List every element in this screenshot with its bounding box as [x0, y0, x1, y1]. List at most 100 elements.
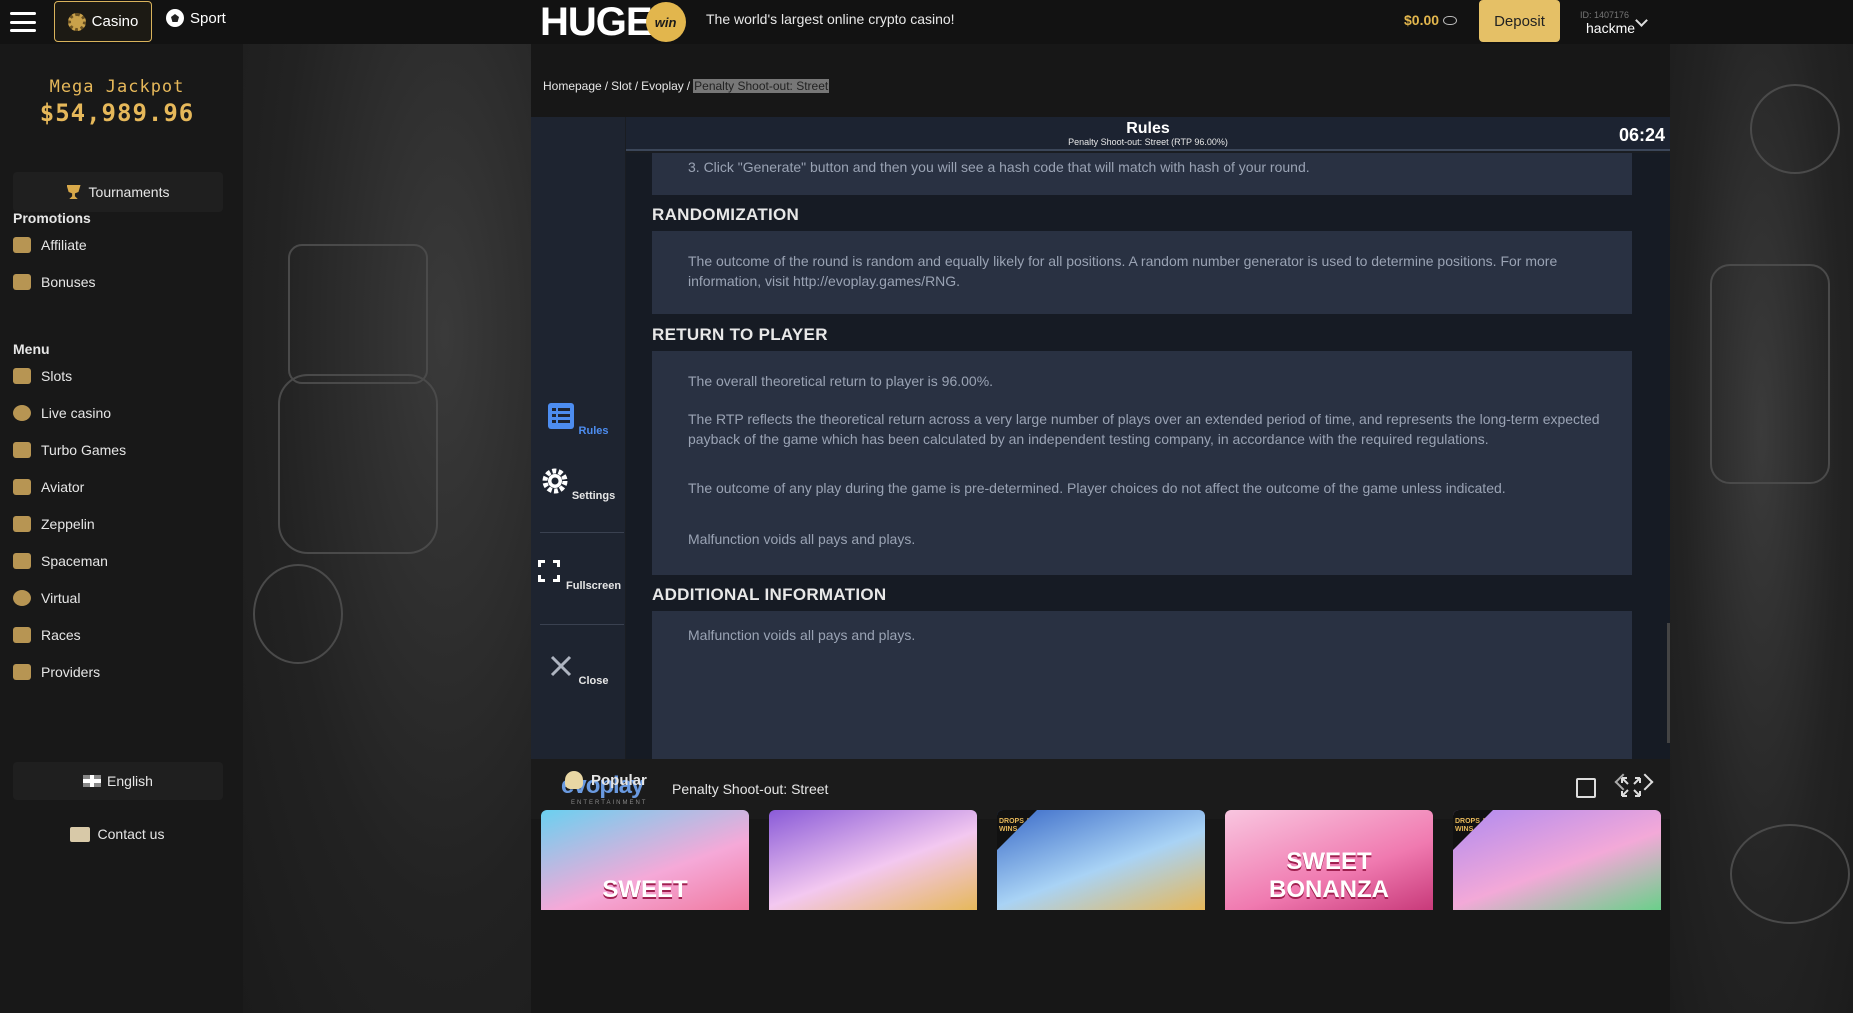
- rules-panel: Malfunction voids all pays and plays.: [652, 611, 1632, 759]
- drops-wins-badge: DROPS & WINS: [997, 810, 1037, 850]
- sidebar-item-label: Bonuses: [41, 274, 96, 290]
- rules-header: Rules Penalty Shoot-out: Street (RTP 96.…: [626, 117, 1670, 151]
- additional-paragraph: Malfunction voids all pays and plays.: [688, 627, 916, 643]
- tournaments-button[interactable]: Tournaments: [13, 172, 223, 212]
- jackpot-title: Mega Jackpot: [49, 77, 185, 97]
- sidebar: Mega Jackpot $54,989.96 Tournaments Prom…: [0, 44, 243, 1013]
- list-icon: [548, 403, 575, 429]
- sidebar-item-label: Spaceman: [41, 553, 108, 569]
- zeppelin-icon: [13, 516, 31, 532]
- sport-tab-button[interactable]: Sport: [166, 9, 226, 27]
- sidebar-item-bonuses[interactable]: Bonuses: [13, 274, 95, 290]
- rules-panel: The overall theoretical return to player…: [652, 351, 1632, 575]
- additional-info-heading: ADDITIONAL INFORMATION: [652, 585, 887, 604]
- settings-label: Settings: [571, 490, 616, 502]
- game-card-candy[interactable]: DROPS & WINS: [1453, 810, 1661, 910]
- game-card-label: SWEET BONANZA: [1269, 848, 1389, 903]
- language-selector[interactable]: English: [13, 762, 223, 800]
- expand-icon[interactable]: [1576, 778, 1596, 798]
- sidebar-item-virtual[interactable]: Virtual: [13, 590, 80, 606]
- sidebar-item-turbo-games[interactable]: Turbo Games: [13, 442, 126, 458]
- site-logo[interactable]: HUGE win: [540, 0, 686, 44]
- balance-display[interactable]: $0.00: [1404, 12, 1458, 28]
- chevron-down-icon[interactable]: [1635, 14, 1648, 27]
- sidebar-item-providers[interactable]: Providers: [13, 664, 100, 680]
- settings-button[interactable]: Settings: [531, 467, 625, 502]
- virtual-ball-icon: [13, 590, 31, 606]
- rules-label: Rules: [578, 425, 609, 437]
- envelope-icon: [69, 826, 90, 842]
- drops-wins-badge: DROPS & WINS: [1453, 810, 1493, 850]
- breadcrumb-current: Penalty Shoot-out: Street: [693, 79, 830, 93]
- sidebar-item-zeppelin[interactable]: Zeppelin: [13, 516, 95, 532]
- randomization-text: The outcome of the round is random and e…: [688, 253, 1558, 289]
- horse-icon: [13, 627, 31, 643]
- rules-scrollbar[interactable]: [1667, 623, 1670, 743]
- game-card-zeus[interactable]: [769, 810, 977, 910]
- casino-chip-icon: [13, 405, 31, 421]
- divider: [540, 624, 624, 625]
- fullscreen-button[interactable]: Fullscreen: [531, 557, 625, 592]
- sidebar-item-aviator[interactable]: Aviator: [13, 479, 84, 495]
- rtp-paragraph: Malfunction voids all pays and plays.: [688, 531, 916, 547]
- sport-tab-label: Sport: [190, 9, 226, 27]
- breadcrumb-evoplay[interactable]: Evoplay: [641, 79, 684, 93]
- slot-machine-shape: [288, 244, 428, 384]
- language-label: English: [107, 773, 153, 789]
- rtp-paragraph: The RTP reflects the theoretical return …: [688, 411, 1600, 447]
- close-button[interactable]: Close: [531, 652, 625, 687]
- jackpot-value: $54,989.96: [39, 99, 195, 127]
- diamond-icon: [13, 664, 31, 680]
- gift-icon: [13, 274, 31, 290]
- username[interactable]: hackme: [1586, 20, 1635, 36]
- rules-body[interactable]: 3. Click "Generate" button and then you …: [626, 153, 1670, 759]
- apple-shape: [253, 564, 343, 664]
- game-card-sweet[interactable]: SWEET: [541, 810, 749, 910]
- casino-tab-button[interactable]: Casino: [54, 1, 152, 42]
- breadcrumb-slot[interactable]: Slot: [611, 79, 632, 93]
- rocket-icon: [13, 442, 31, 458]
- cherry-shape: [1750, 84, 1840, 174]
- fullscreen-label: Fullscreen: [566, 580, 622, 592]
- divider: [540, 532, 624, 533]
- rules-button[interactable]: Rules: [531, 402, 625, 437]
- airplane-icon: [13, 479, 31, 495]
- hamburger-menu-icon[interactable]: [10, 12, 36, 32]
- sidebar-item-label: Live casino: [41, 405, 112, 421]
- game-card-label: SWEET: [602, 876, 688, 903]
- apple-shape: [1730, 824, 1850, 924]
- eye-hidden-icon[interactable]: [1443, 15, 1458, 25]
- rtp-heading: RETURN TO PLAYER: [652, 325, 828, 344]
- game-frame[interactable]: Rules Settings Fullscreen Close Rules Pe…: [531, 117, 1670, 819]
- page-root: Casino Sport HUGE win The world's larges…: [0, 0, 1853, 1013]
- rules-panel: 3. Click "Generate" button and then you …: [652, 153, 1632, 195]
- sidebar-item-affiliate[interactable]: Affiliate: [13, 237, 87, 253]
- popular-label: Popular: [591, 771, 647, 789]
- rtp-paragraph: The outcome of any play during the game …: [688, 480, 1506, 496]
- balance-value: $0.00: [1404, 12, 1440, 28]
- game-card-sweet-bonanza[interactable]: SWEET BONANZA: [1225, 810, 1433, 910]
- astronaut-icon: [13, 553, 31, 569]
- logo-badge: win: [645, 2, 686, 42]
- contact-us-link[interactable]: Contact us: [0, 826, 234, 842]
- slot-machine-shape: [278, 374, 438, 554]
- rules-subtitle: Penalty Shoot-out: Street (RTP 96.00%): [1068, 137, 1228, 147]
- background-decoration-right: [1670, 44, 1853, 1013]
- rules-step-3: 3. Click "Generate" button and then you …: [688, 159, 1310, 175]
- breadcrumb-home[interactable]: Homepage: [543, 79, 602, 93]
- trophy-icon: [66, 185, 81, 199]
- sidebar-item-label: Affiliate: [41, 237, 87, 253]
- popular-heading: Popular: [565, 771, 647, 789]
- uk-flag-icon: [83, 775, 102, 787]
- sidebar-item-live-casino[interactable]: Live casino: [13, 405, 111, 421]
- sidebar-item-label: Zeppelin: [41, 516, 95, 532]
- gear-icon: [542, 468, 568, 494]
- game-card-olympus[interactable]: DROPS & WINS: [997, 810, 1205, 910]
- sidebar-item-slots[interactable]: Slots: [13, 368, 72, 384]
- rules-title: Rules: [1126, 120, 1170, 137]
- sidebar-item-races[interactable]: Races: [13, 627, 81, 643]
- deposit-button[interactable]: Deposit: [1479, 0, 1560, 42]
- rtp-paragraph: The overall theoretical return to player…: [688, 373, 994, 389]
- sidebar-item-label: Aviator: [41, 479, 85, 495]
- sidebar-item-spaceman[interactable]: Spaceman: [13, 553, 108, 569]
